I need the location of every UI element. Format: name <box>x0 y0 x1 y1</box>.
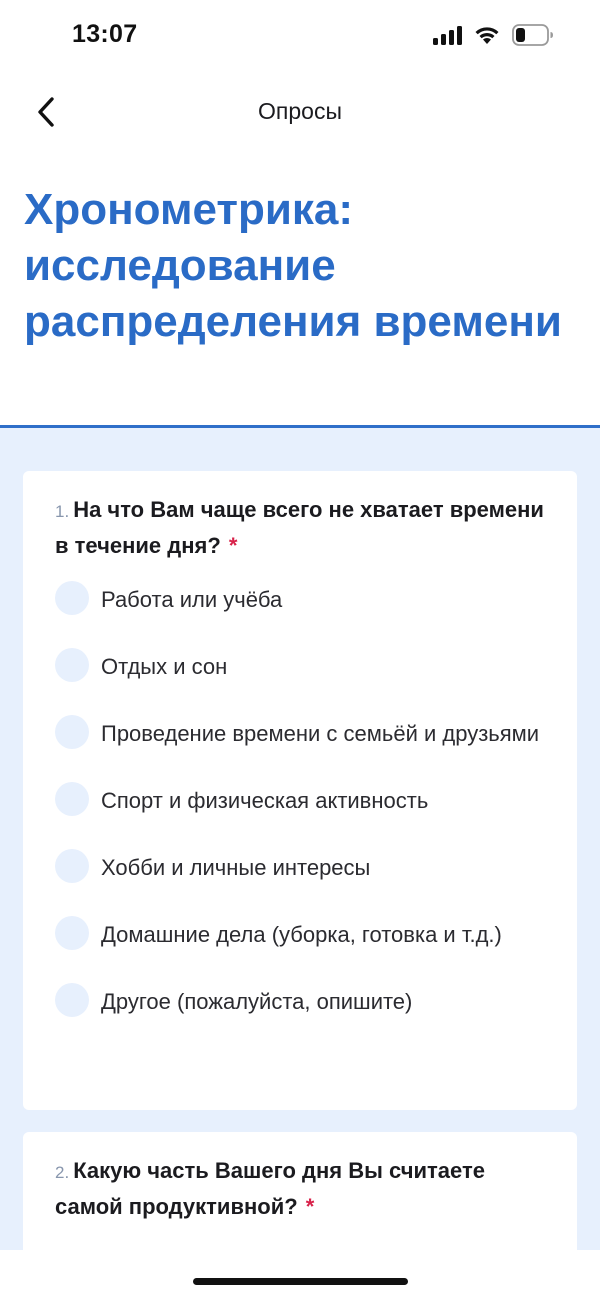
option-work-study[interactable]: Работа или учёба <box>55 581 545 617</box>
option-family-friends[interactable]: Проведение времени с семьёй и друзьями <box>55 715 545 751</box>
nav-title: Опросы <box>258 98 342 124</box>
wifi-icon <box>474 25 500 45</box>
options-list: Работа или учёба Отдых и сон Проведение … <box>55 581 545 1019</box>
option-label: Другое (пожалуйста, опишите) <box>101 989 413 1014</box>
cellular-signal-icon <box>433 25 462 45</box>
option-other[interactable]: Другое (пожалуйста, опишите) <box>55 983 545 1019</box>
option-label: Домашние дела (уборка, готовка и т.д.) <box>101 922 502 947</box>
battery-icon <box>512 24 554 46</box>
question-text: 1. На что Вам чаще всего не хватает време… <box>55 471 545 563</box>
home-indicator[interactable] <box>193 1278 408 1285</box>
option-hobby[interactable]: Хобби и личные интересы <box>55 849 545 885</box>
question-number: 2. <box>55 1163 70 1182</box>
option-rest-sleep[interactable]: Отдых и сон <box>55 648 545 684</box>
nav-bar: Опросы <box>0 78 600 144</box>
survey-title: Хронометрика: исследование распределения… <box>24 185 562 346</box>
option-sport[interactable]: Спорт и физическая активность <box>55 782 545 818</box>
option-housework[interactable]: Домашние дела (уборка, готовка и т.д.) <box>55 916 545 952</box>
option-label: Работа или учёба <box>101 587 283 612</box>
status-bar: 13:07 <box>0 0 600 70</box>
radio-button[interactable] <box>55 648 89 682</box>
required-mark: * <box>228 533 238 558</box>
question-text: 2. Какую часть Вашего дня Вы считаете сам… <box>55 1132 545 1224</box>
question-label: Какую часть Вашего дня Вы считаете самой… <box>55 1158 485 1219</box>
bottom-bar <box>0 1250 600 1297</box>
status-time: 13:07 <box>72 20 138 48</box>
question-label: На что Вам чаще всего не хватает времени… <box>55 497 544 558</box>
option-label: Хобби и личные интересы <box>101 855 371 880</box>
radio-button[interactable] <box>55 916 89 950</box>
option-label: Отдых и сон <box>101 654 228 679</box>
option-label: Проведение времени с семьёй и друзьями <box>101 721 540 746</box>
status-icons <box>433 24 554 46</box>
option-label: Спорт и физическая активность <box>101 788 429 813</box>
radio-button[interactable] <box>55 849 89 883</box>
question-card-1: 1. На что Вам чаще всего не хватает време… <box>23 471 577 1110</box>
survey-content[interactable]: 1. На что Вам чаще всего не хватает време… <box>0 428 600 1250</box>
radio-button[interactable] <box>55 782 89 816</box>
required-mark: * <box>305 1194 315 1219</box>
radio-button[interactable] <box>55 581 89 615</box>
radio-button[interactable] <box>55 715 89 749</box>
radio-button[interactable] <box>55 983 89 1017</box>
question-card-2: 2. Какую часть Вашего дня Вы считаете сам… <box>23 1132 577 1250</box>
question-number: 1. <box>55 502 70 521</box>
